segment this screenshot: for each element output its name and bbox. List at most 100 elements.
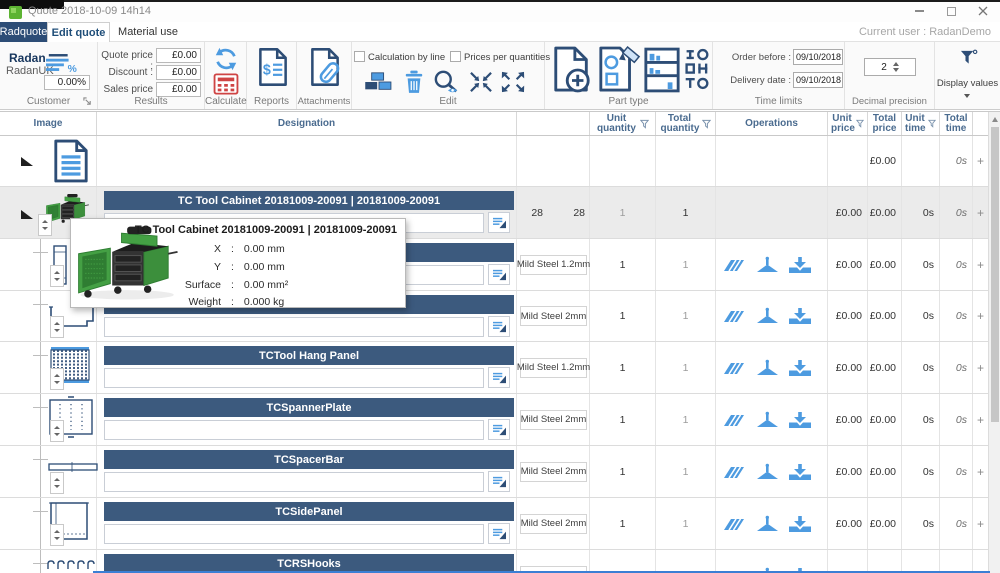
bend-operation-icon[interactable] — [754, 256, 780, 274]
part-title-bar[interactable]: TCSpannerPlate — [104, 398, 514, 417]
material-box[interactable]: Mild Steel 2mm — [520, 462, 587, 482]
fold-operation-icon[interactable] — [787, 256, 813, 274]
quantity-stepper[interactable] — [50, 316, 64, 338]
tab-edit-quote[interactable]: Edit quote — [47, 22, 110, 42]
part-title-bar[interactable]: TCSidePanel — [104, 502, 514, 521]
unit-quantity-cell[interactable]: 1 — [590, 394, 656, 445]
display-values-button[interactable]: Display values — [935, 42, 1000, 109]
filter-icon[interactable] — [856, 119, 864, 128]
prices-per-quantities-checkbox[interactable] — [450, 51, 461, 62]
quantity-stepper[interactable] — [50, 368, 64, 390]
part-row[interactable]: TCSidePanel Mild Steel 2mm 1 1 £0.00 £0.… — [0, 498, 988, 550]
cut-operation-icon[interactable] — [721, 359, 747, 377]
hardware-letters-icon[interactable] — [683, 48, 710, 90]
description-input[interactable] — [104, 420, 484, 440]
reports-button[interactable]: Reports — [247, 42, 297, 109]
notes-button[interactable] — [488, 316, 510, 337]
add-operation-button[interactable]: + — [973, 239, 988, 290]
cut-operation-icon[interactable] — [721, 411, 747, 429]
fold-operation-icon[interactable] — [787, 307, 813, 325]
unit-quantity-cell[interactable]: 1 — [590, 550, 656, 573]
column-header-unit-time[interactable]: Unit time — [902, 112, 940, 135]
calculation-by-line-checkbox[interactable] — [354, 51, 365, 62]
quantity-stepper[interactable] — [38, 214, 52, 236]
column-header-total-price[interactable]: Total price — [868, 112, 902, 135]
filter-icon[interactable] — [702, 119, 711, 129]
edit-part-icon[interactable] — [597, 46, 641, 94]
sales-price-field[interactable]: £0.00 — [156, 82, 201, 97]
part-title-bar[interactable]: TCTool Hang Panel — [104, 346, 514, 365]
quote-price-field[interactable]: £0.00 — [156, 48, 201, 63]
vertical-scrollbar[interactable] — [988, 112, 1000, 573]
material-box[interactable]: Mild Steel 2mm — [520, 306, 587, 326]
column-header-operations[interactable]: Operations — [716, 112, 828, 135]
add-operation-button[interactable]: + — [973, 291, 988, 341]
part-row[interactable]: TCTool Hang Panel Mild Steel 1.2mm 1 1 £… — [0, 342, 988, 394]
fold-operation-icon[interactable] — [787, 359, 813, 377]
filter-icon[interactable] — [928, 119, 936, 128]
row-expander-icon[interactable] — [21, 157, 33, 166]
unit-quantity-cell[interactable]: 1 — [590, 239, 656, 290]
expand-all-icon[interactable] — [500, 71, 526, 93]
quantity-stepper[interactable] — [50, 265, 64, 287]
add-operation-button[interactable]: + — [973, 136, 988, 186]
description-input[interactable] — [104, 317, 484, 337]
notes-button[interactable] — [488, 523, 510, 544]
tab-material-use[interactable]: Material use — [112, 22, 184, 42]
quantity-stepper[interactable] — [50, 472, 64, 494]
add-operation-button[interactable]: + — [973, 394, 988, 445]
unit-quantity-cell[interactable]: 1 — [590, 342, 656, 393]
notes-button[interactable] — [488, 471, 510, 492]
cut-operation-icon[interactable] — [721, 515, 747, 533]
unit-quantity-cell[interactable]: 1 — [590, 187, 656, 238]
part-row[interactable]: TCRSHooks Mild Steel 2mm 1 1 £0.00 £0.00… — [0, 550, 988, 573]
add-operation-button[interactable]: + — [973, 498, 988, 549]
description-input[interactable] — [104, 472, 484, 492]
cut-operation-icon[interactable] — [721, 256, 747, 274]
add-operation-button[interactable]: + — [973, 342, 988, 393]
add-operation-button[interactable]: + — [973, 550, 988, 573]
description-input[interactable] — [104, 368, 484, 388]
bricks-icon[interactable] — [364, 71, 394, 93]
cut-operation-icon[interactable] — [721, 307, 747, 325]
attachments-button[interactable]: Attachments — [297, 42, 352, 109]
decimal-precision-stepper[interactable]: 2 — [864, 58, 916, 76]
step-down-icon[interactable] — [893, 68, 899, 72]
step-up-icon[interactable] — [893, 62, 899, 66]
material-box[interactable]: Mild Steel 2mm — [520, 410, 587, 430]
add-operation-button[interactable]: + — [973, 446, 988, 497]
fold-operation-icon[interactable] — [787, 411, 813, 429]
unit-quantity-cell[interactable]: 1 — [590, 498, 656, 549]
customer-dialog-launcher-icon[interactable] — [83, 97, 92, 106]
calculate-button[interactable]: Calculate — [205, 42, 247, 109]
quote-root-row[interactable]: £0.00 0s + — [0, 136, 988, 187]
close-button[interactable] — [976, 4, 990, 18]
notes-button[interactable] — [488, 419, 510, 440]
order-before-date-field[interactable]: 09/10/2018 — [793, 49, 843, 65]
bend-operation-icon[interactable] — [754, 463, 780, 481]
part-title-bar[interactable]: TCSpacerBar — [104, 450, 514, 469]
collapse-all-icon[interactable] — [468, 71, 494, 93]
description-input[interactable] — [104, 524, 484, 544]
column-header-unit-quantity[interactable]: Unit quantity — [590, 112, 656, 135]
fold-operation-icon[interactable] — [787, 515, 813, 533]
column-header-total-time[interactable]: Total time — [940, 112, 973, 135]
material-box[interactable]: Mild Steel 2mm — [520, 514, 587, 534]
filter-icon[interactable] — [640, 119, 649, 129]
row-expander-icon[interactable] — [21, 210, 33, 219]
notes-button[interactable] — [488, 264, 510, 285]
customer-discount-field[interactable]: 0.00% — [44, 75, 90, 90]
tab-radquote[interactable]: Radquote — [0, 22, 47, 42]
part-row[interactable]: TCSpannerPlate Mild Steel 2mm 1 1 £0.00 … — [0, 394, 988, 446]
unit-quantity-cell[interactable]: 1 — [590, 446, 656, 497]
bend-operation-icon[interactable] — [754, 307, 780, 325]
notes-button[interactable] — [488, 212, 510, 233]
fold-operation-icon[interactable] — [787, 463, 813, 481]
scrollbar-thumb[interactable] — [991, 127, 999, 422]
column-header-designation[interactable]: Designation — [97, 112, 517, 135]
trash-icon[interactable] — [404, 70, 424, 94]
minimize-button[interactable] — [912, 4, 926, 18]
discount-field[interactable]: £0.00 — [156, 65, 201, 80]
column-header-total-quantity[interactable]: Total quantity — [656, 112, 716, 135]
scroll-up-icon[interactable] — [992, 117, 998, 122]
